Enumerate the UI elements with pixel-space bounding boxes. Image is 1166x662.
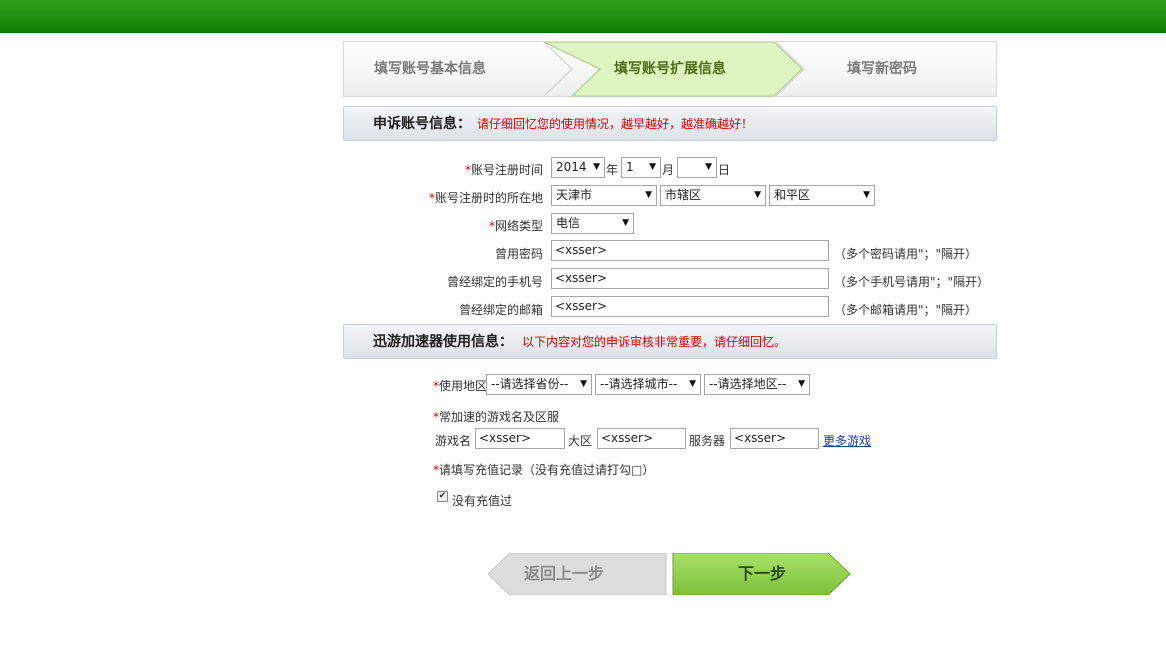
phone-input[interactable]: <xsser>	[551, 268, 829, 289]
next-button[interactable]: 下一步	[672, 553, 852, 595]
section-accelerator-info-header: 迅游加速器使用信息： 以下内容对您的申诉审核非常重要，请仔细回忆。	[343, 324, 997, 359]
chevron-down-icon: ▼	[622, 218, 629, 228]
recharge-label: *请填写充值记录（没有充值过请打勾□）	[433, 463, 655, 477]
server-input[interactable]: <xsser>	[730, 428, 819, 449]
zone-input[interactable]: <xsser>	[597, 428, 686, 449]
section-account-info-header: 申诉账号信息： 请仔细回忆您的使用情况，越早越好，越准确越好！	[343, 106, 997, 141]
chevron-down-icon: ▼	[754, 190, 761, 200]
games-label: *常加速的游戏名及区服	[433, 410, 560, 424]
use-city-select[interactable]: --请选择城市-- ▼	[595, 374, 701, 395]
section-note: 以下内容对您的申诉审核非常重要，请仔细回忆。	[522, 335, 787, 349]
chevron-down-icon: ▼	[580, 379, 587, 389]
phone-label: 曾经绑定的手机号	[446, 275, 543, 289]
old-password-label: 曾用密码	[494, 247, 543, 261]
step-2-label-active: 填写账号扩展信息	[614, 61, 726, 77]
zone-label: 大区	[568, 434, 593, 448]
no-recharge-label: 没有充值过	[452, 494, 513, 508]
network-label: *网络类型	[488, 219, 543, 233]
day-unit: 日	[718, 163, 731, 177]
city-select[interactable]: 天津市 ▼	[551, 185, 657, 206]
use-area-select[interactable]: --请选择地区-- ▼	[704, 374, 810, 395]
section-title: 迅游加速器使用信息：	[373, 334, 513, 350]
more-games-link[interactable]: 更多游戏	[823, 432, 871, 449]
phone-hint: （多个手机号请用"；"隔开）	[834, 275, 990, 289]
email-hint: （多个邮箱请用"；"隔开）	[834, 303, 978, 317]
step-1-label: 填写账号基本信息	[374, 61, 486, 77]
reg-location-label: *账号注册时的所在地	[428, 191, 543, 205]
old-password-input[interactable]: <xsser>	[551, 240, 829, 261]
no-recharge-checkbox[interactable]: ✔	[437, 491, 448, 502]
year-unit: 年	[606, 163, 619, 177]
top-banner	[0, 0, 1166, 33]
month-select[interactable]: 1 ▼	[621, 157, 661, 178]
email-label: 曾经绑定的邮箱	[458, 303, 543, 317]
back-button-label: 返回上一步	[524, 564, 605, 583]
game-name-label: 游戏名	[435, 434, 472, 448]
day-select[interactable]: ▼	[677, 157, 717, 178]
chevron-down-icon: ▼	[645, 190, 652, 200]
step-3-label: 填写新密码	[847, 61, 917, 77]
chevron-down-icon: ▼	[863, 190, 870, 200]
back-button[interactable]: 返回上一步	[488, 553, 668, 595]
chevron-down-icon: ▼	[705, 162, 712, 172]
server-label: 服务器	[689, 434, 726, 448]
district-select[interactable]: 市辖区 ▼	[660, 185, 766, 206]
province-select[interactable]: --请选择省份-- ▼	[486, 374, 592, 395]
game-name-input[interactable]: <xsser>	[475, 428, 565, 449]
month-unit: 月	[662, 163, 675, 177]
chevron-down-icon: ▼	[689, 379, 696, 389]
reg-time-label: *账号注册时间	[464, 163, 543, 177]
chevron-down-icon: ▼	[798, 379, 805, 389]
next-button-label: 下一步	[738, 564, 787, 583]
old-password-hint: （多个密码请用"；"隔开）	[834, 247, 978, 261]
chevron-down-icon: ▼	[593, 162, 600, 172]
area-select[interactable]: 和平区 ▼	[769, 185, 875, 206]
section-title: 申诉账号信息：	[373, 116, 471, 132]
chevron-down-icon: ▼	[649, 162, 656, 172]
email-input[interactable]: <xsser>	[551, 296, 829, 317]
use-area-label: *使用地区	[433, 379, 488, 393]
network-select[interactable]: 电信 ▼	[551, 213, 634, 234]
step-progress-bar: 填写账号基本信息 填写账号扩展信息 填写新密码	[343, 41, 997, 97]
section-note: 请仔细回忆您的使用情况，越早越好，越准确越好！	[477, 117, 754, 131]
year-select[interactable]: 2014 ▼	[551, 157, 605, 178]
